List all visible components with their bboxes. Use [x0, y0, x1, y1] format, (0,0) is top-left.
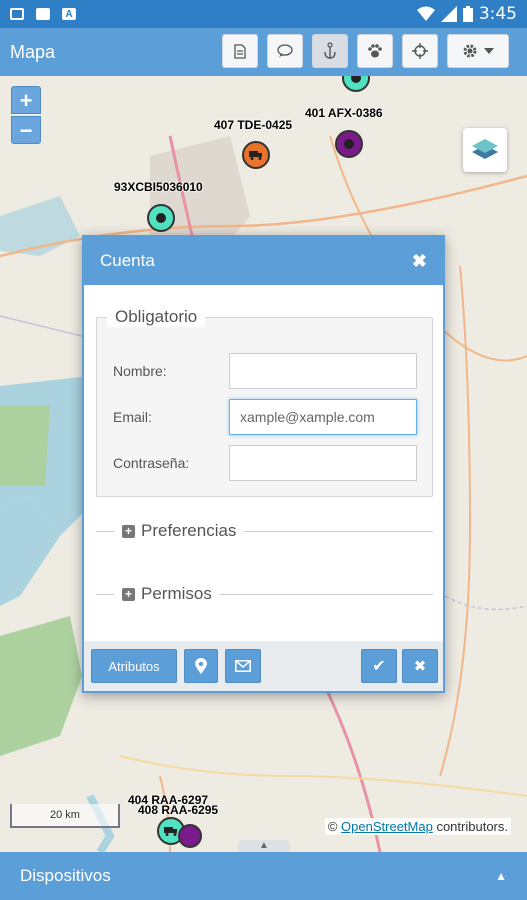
required-fieldset: Obligatorio Nombre: Email: Contraseña: — [96, 307, 433, 497]
marker-label: 408 RAA-6295 — [138, 803, 219, 817]
devices-panel-title: Dispositivos — [20, 866, 111, 885]
keyboard-icon — [10, 8, 24, 20]
permissions-section[interactable]: + Permisos — [96, 584, 433, 604]
geofence-button[interactable] — [312, 34, 348, 68]
vehicle-marker[interactable] — [147, 204, 175, 232]
vehicle-marker[interactable] — [242, 141, 270, 169]
password-input[interactable] — [229, 445, 417, 481]
vehicle-marker[interactable] — [178, 824, 202, 848]
layers-icon — [472, 139, 498, 159]
dialog-title: Cuenta — [100, 251, 155, 270]
center-button[interactable] — [402, 34, 438, 68]
preferences-section[interactable]: + Preferencias — [96, 521, 433, 541]
battery-icon — [462, 6, 473, 22]
document-icon — [234, 43, 246, 59]
image-icon — [36, 8, 50, 20]
expand-plus-icon: + — [122, 587, 135, 601]
required-legend: Obligatorio — [107, 307, 206, 327]
dialog-header: Cuenta ✖ — [84, 237, 443, 285]
cancel-button[interactable]: ✖ — [402, 649, 438, 683]
comment-icon — [277, 44, 293, 57]
geofences-button[interactable] — [184, 649, 218, 683]
follow-button[interactable] — [357, 34, 393, 68]
envelope-icon — [235, 660, 251, 672]
name-input[interactable] — [229, 353, 417, 389]
a-icon: A — [62, 8, 76, 20]
zoom-in-button[interactable]: + — [11, 86, 41, 114]
password-label: Contraseña: — [113, 455, 190, 471]
marker-label: 401 AFX-0386 — [305, 106, 383, 120]
paw-icon — [368, 44, 382, 58]
settings-dropdown-button[interactable] — [447, 34, 509, 68]
dialog-close-button[interactable]: ✖ — [412, 251, 427, 272]
panel-resize-handle[interactable]: ▲ — [238, 840, 290, 852]
account-dialog: Cuenta ✖ Obligatorio Nombre: Email: Cont… — [82, 235, 445, 693]
marker-label: 93XCBI5036010 — [114, 180, 203, 194]
expand-plus-icon: + — [122, 524, 135, 538]
notifications-button[interactable] — [225, 649, 261, 683]
wifi-icon — [416, 6, 435, 21]
attributes-button[interactable]: Atributos — [91, 649, 177, 683]
zoom-control: + − — [11, 86, 41, 144]
expand-icon: ▲ — [495, 869, 507, 883]
dot-icon — [351, 76, 361, 83]
vehicle-marker[interactable] — [335, 130, 363, 158]
devices-panel-header[interactable]: Dispositivos ▲ — [0, 852, 527, 900]
map-marker-icon — [195, 658, 207, 674]
dot-icon — [156, 213, 166, 223]
notification-icons: A — [10, 8, 76, 20]
report-button[interactable] — [222, 34, 258, 68]
crosshairs-icon — [412, 43, 428, 59]
openstreetmap-link[interactable]: OpenStreetMap — [341, 819, 433, 834]
save-button[interactable]: ✔ — [361, 649, 397, 683]
top-toolbar: Mapa — [0, 28, 527, 76]
zoom-out-button[interactable]: − — [11, 116, 41, 144]
permissions-label: Permisos — [141, 584, 212, 603]
signal-icon — [440, 6, 457, 22]
events-button[interactable] — [267, 34, 303, 68]
dot-icon — [344, 139, 354, 149]
layers-button[interactable] — [463, 128, 507, 172]
preferences-label: Preferencias — [141, 521, 237, 540]
anchor-icon — [324, 42, 336, 59]
map-scale: 20 km — [10, 804, 120, 828]
map-attribution: © OpenStreetMap contributors. — [324, 818, 511, 835]
marker-label: 407 TDE-0425 — [214, 118, 293, 132]
gear-icon — [463, 44, 477, 58]
truck-icon — [249, 151, 262, 160]
dialog-footer: Atributos ✔ ✖ — [84, 641, 443, 691]
clock: 3:45 — [478, 4, 517, 24]
truck-icon — [164, 827, 177, 836]
email-input[interactable] — [229, 399, 417, 435]
page-title: Mapa — [10, 41, 56, 62]
caret-down-icon — [484, 48, 494, 54]
email-label: Email: — [113, 409, 152, 425]
name-label: Nombre: — [113, 363, 167, 379]
status-bar: A 3:45 — [0, 0, 527, 28]
